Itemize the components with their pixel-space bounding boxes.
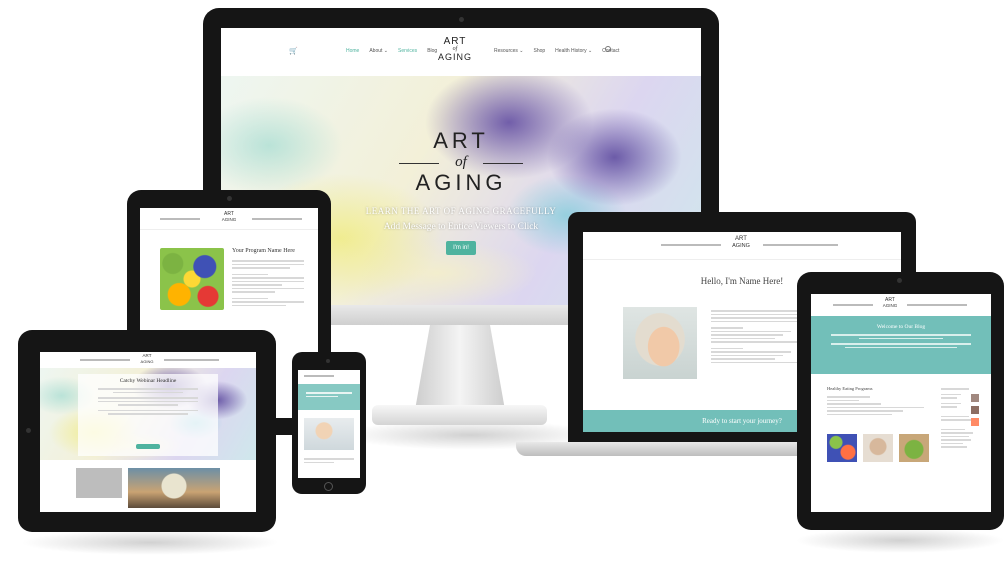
logo-text-top: ART [735,236,747,242]
hero-divider-left [399,163,439,164]
logo-text-bottom: AGING [437,52,472,62]
nav-about[interactable]: About ⌄ [369,48,388,54]
fruit-image [160,248,224,310]
nav-shop[interactable]: Shop [533,48,545,54]
program-title: Your Program Name Here [232,248,295,254]
tablet-left-logo[interactable]: ART AGING [218,211,240,223]
webinar-headline: Catchy Webinar Headline [119,378,177,384]
logo-text-bottom: AGING [140,359,154,364]
tablet-bottom: ART AGING Catchy Webinar Headline [18,330,276,532]
hero-divider-right [483,163,523,164]
sidebar-thumb-1[interactable] [971,394,979,402]
hero-title-top: ART [433,128,489,153]
tablet-bottom-screen: ART AGING Catchy Webinar Headline [40,352,256,512]
program-thumb-1[interactable] [827,434,857,462]
sidebar-thumb-3[interactable] [971,418,979,426]
programs-list [827,394,935,417]
tablet-left-camera [227,196,232,201]
nav-resources[interactable]: Resources ⌄ [494,48,523,54]
logo-text-bottom: AGING [732,243,750,249]
logo-text-bottom: AGING [882,303,898,308]
phone-camera [326,359,330,363]
tablet-right-camera [897,278,902,283]
sidebar-thumb-2[interactable] [971,406,979,414]
webinar-button[interactable] [136,444,160,449]
desktop-stand-base [372,405,547,425]
nav-services[interactable]: Services [398,48,417,54]
cart-icon[interactable]: 🛒 [289,47,298,55]
profile-photo [623,307,697,379]
blog-hero: Welcome to Our Blog [811,316,991,374]
phone-home-button[interactable] [324,482,333,491]
tablet-bottom-header: ART AGING [40,352,256,368]
laptop-header: ART AGING [583,232,901,260]
tablet-bottom-camera [26,428,31,433]
webinar-card: Catchy Webinar Headline [78,374,218,456]
hero-cta-button[interactable]: I'm in! [446,241,476,255]
program-thumb-2[interactable] [863,434,893,462]
program-description [232,258,304,308]
hero-title-mid: of [455,154,467,170]
health-image [128,468,220,508]
program-thumb-3[interactable] [899,434,929,462]
tablet-right: ART AGING Welcome to Our Blog Healthy Ea… [797,272,1004,530]
tablet-left-header: ART AGING [140,208,318,230]
video-placeholder[interactable] [76,468,122,498]
desktop-stand-neck [415,325,505,410]
blog-welcome: Welcome to Our Blog [876,324,926,330]
desktop-camera [459,17,464,22]
tablet-right-header: ART AGING [811,294,991,316]
phone-screen [298,370,360,478]
nav-health-history[interactable]: Health History ⌄ [555,48,592,54]
tablet-right-logo[interactable]: ART AGING [879,297,901,309]
tablet-shadow [20,530,280,555]
phone-image [304,418,354,450]
tablet-bottom-logo[interactable]: ART AGING [136,353,158,365]
programs-title: Healthy Eating Programs [827,386,873,391]
tablet-right-shadow [795,528,1005,553]
site-logo[interactable]: ART of AGING [435,36,475,62]
webinar-hero: Catchy Webinar Headline [40,368,256,460]
nav-home[interactable]: Home [346,48,359,54]
tablet-right-screen: ART AGING Welcome to Our Blog Healthy Ea… [811,294,991,512]
journey-banner-text: Ready to start your journey? [702,417,782,425]
desktop-header: 🛒 Home About ⌄ Services Blog ART of AGIN… [221,28,701,76]
logo-text-bottom: AGING [221,217,237,222]
search-icon[interactable] [605,46,611,52]
phone [292,352,366,494]
laptop-logo[interactable]: ART AGING [728,236,754,250]
